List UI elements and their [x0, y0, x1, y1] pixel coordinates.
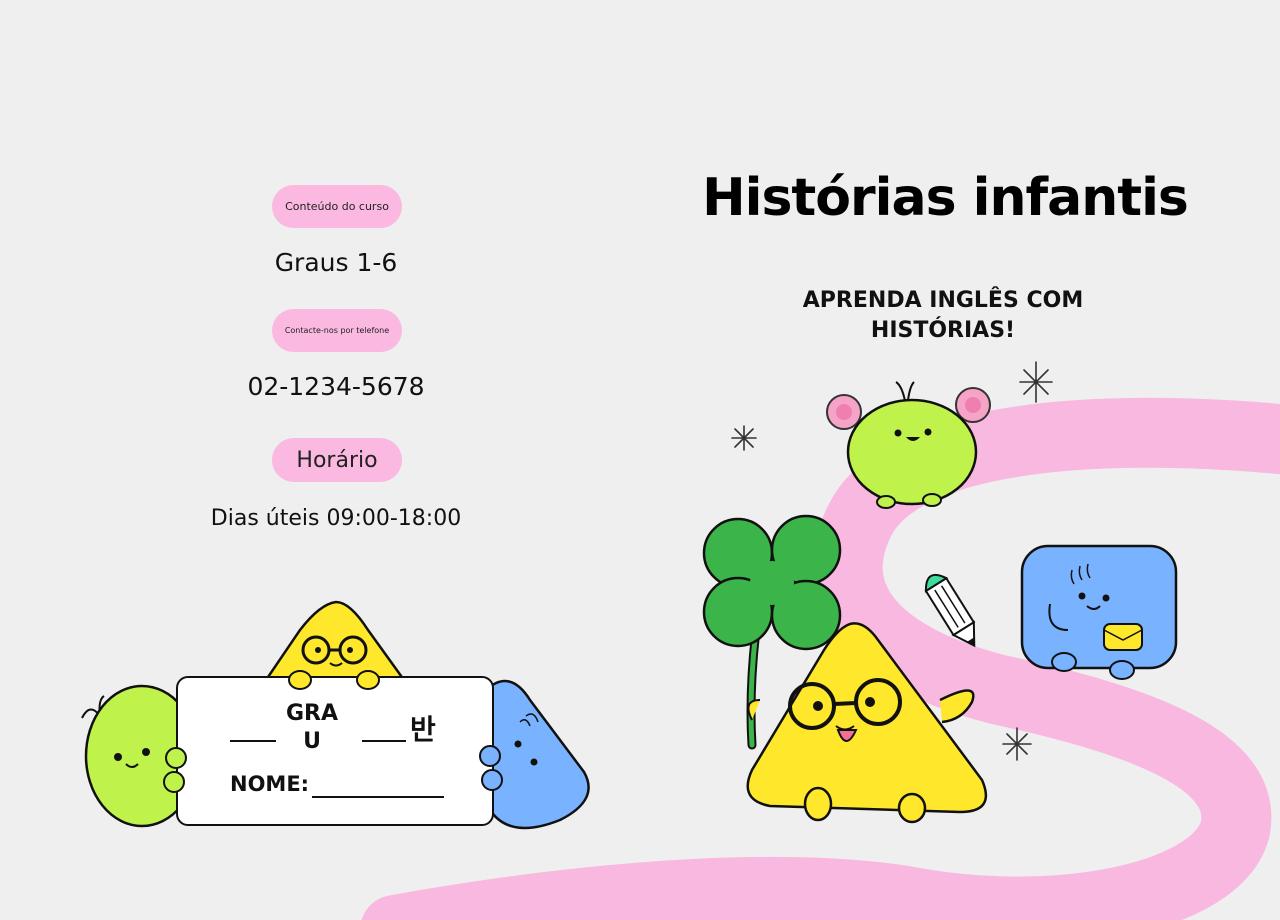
grade-label: GRAU [285, 701, 339, 754]
class-blank [362, 740, 406, 742]
hours-value: Dias úteis 09:00-18:00 [210, 506, 462, 531]
subtitle: APRENDA INGLÊS COM HISTÓRIAS! [802, 288, 1084, 343]
name-blank [312, 796, 444, 798]
yellow-triangle-character [263, 600, 407, 682]
phone-label-pill: Contacte-nos por telefone [272, 309, 402, 352]
hours-label: Horário [296, 447, 378, 473]
grade-blank [230, 740, 276, 742]
name-card: GRAU 반 NOME: [176, 676, 494, 826]
name-label: NOME: [230, 772, 310, 796]
course-value: Graus 1-6 [274, 248, 398, 277]
class-label: 반 [410, 713, 436, 746]
hours-label-pill: Horário [272, 438, 402, 482]
course-label-pill: Conteúdo do curso [272, 185, 402, 228]
blue-blob-character [484, 679, 590, 830]
course-label: Conteúdo do curso [285, 200, 389, 213]
phone-label: Contacte-nos por telefone [284, 326, 390, 335]
phone-value: 02-1234-5678 [247, 372, 425, 401]
blue-square-character [1020, 544, 1178, 680]
page-title: Histórias infantis [702, 168, 1189, 228]
